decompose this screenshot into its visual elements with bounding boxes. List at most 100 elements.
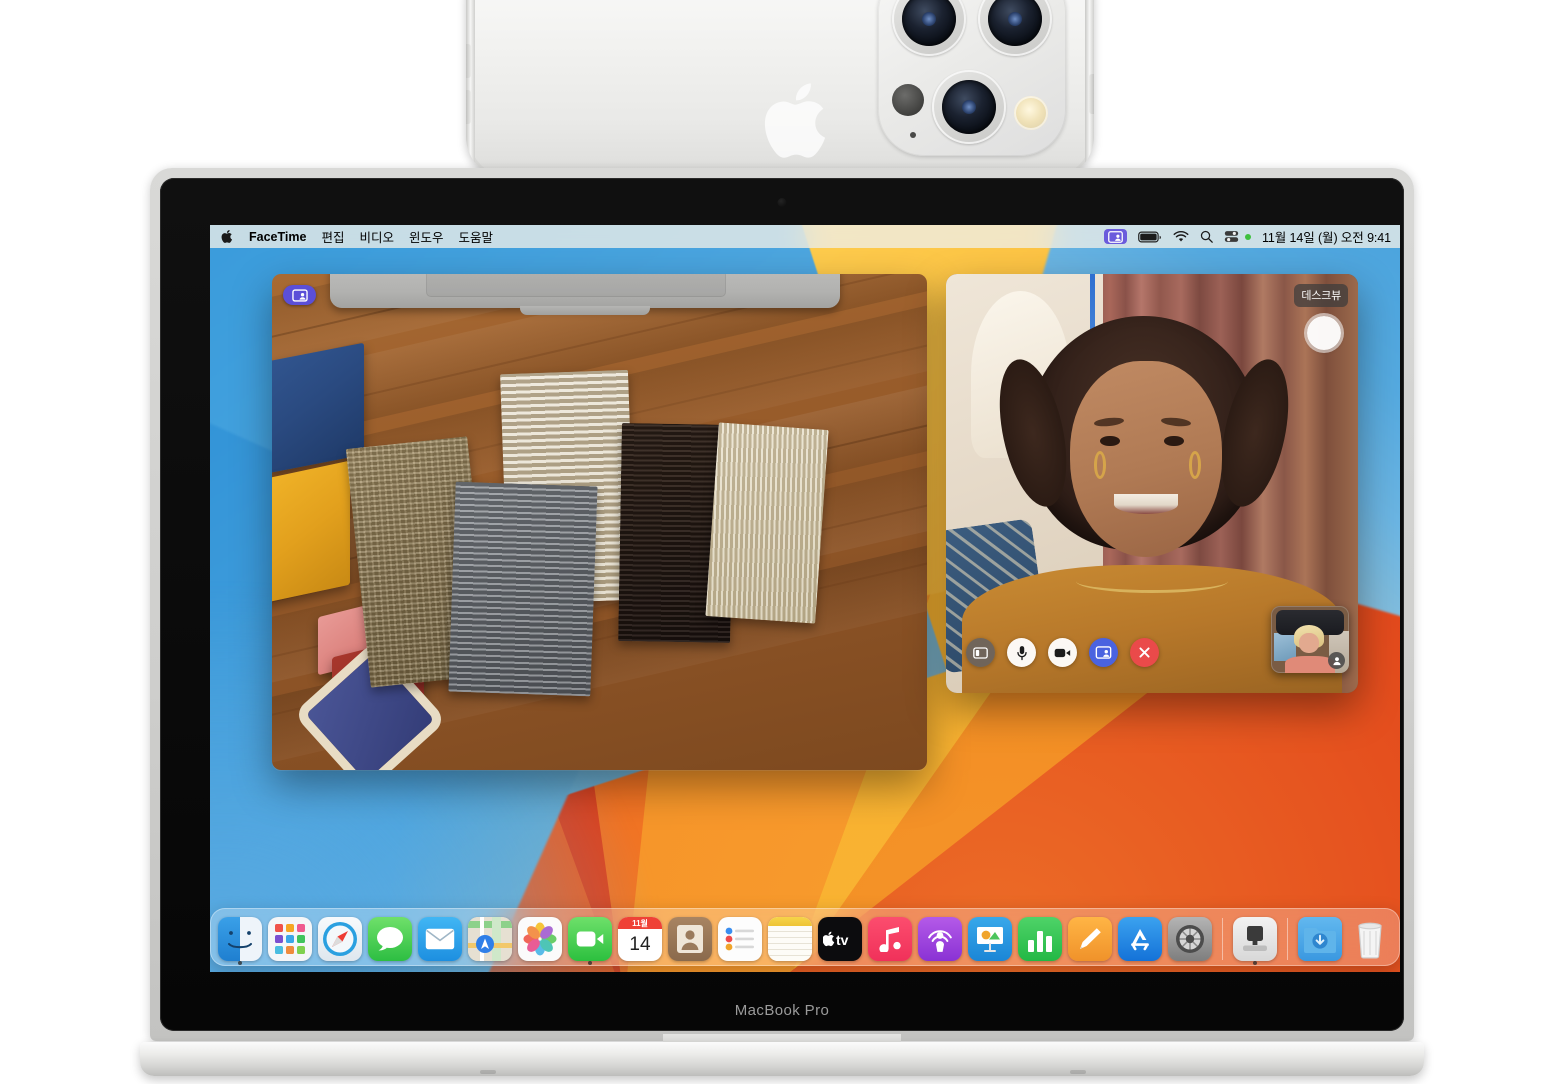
participant-smile xyxy=(1113,494,1178,515)
menu-bar-left: FaceTime 편집 비디오 윈도우 도움말 xyxy=(221,227,493,246)
dock-item-downloads[interactable] xyxy=(1298,917,1342,961)
desk-view-label-badge[interactable]: 데스크뷰 xyxy=(1294,284,1348,307)
dock-item-numbers[interactable] xyxy=(1018,917,1062,961)
laptop-foot-left xyxy=(480,1070,496,1074)
dock-item-mail[interactable] xyxy=(418,917,462,961)
menu-bar-battery[interactable] xyxy=(1138,231,1162,243)
dock-running-indicator xyxy=(238,961,242,965)
notes-header xyxy=(768,917,812,926)
dock-item-contacts[interactable] xyxy=(668,917,712,961)
dock-item-maps[interactable] xyxy=(468,917,512,961)
facetime-control-bar xyxy=(966,638,1159,667)
dock-item-photos[interactable] xyxy=(518,917,562,961)
folder-download-icon xyxy=(1304,928,1336,953)
menu-item-facetime[interactable]: FaceTime xyxy=(249,230,306,244)
share-screen-button[interactable] xyxy=(1089,638,1118,667)
music-icon xyxy=(868,917,912,961)
dock-item-finder[interactable] xyxy=(218,917,262,965)
menu-bar-screen-share-indicator[interactable] xyxy=(1103,229,1127,244)
participant-face xyxy=(1069,361,1223,558)
dock-item-pages[interactable] xyxy=(1068,917,1112,961)
presentation-icon xyxy=(977,927,1003,952)
calendar-icon: 11월 14 xyxy=(618,917,662,961)
iphone-volume-up-button xyxy=(466,44,471,78)
dock-separator xyxy=(1287,918,1288,960)
dock-item-app-store[interactable] xyxy=(1118,917,1162,961)
pages-icon xyxy=(1068,917,1112,961)
desk-view-share-badge[interactable] xyxy=(283,285,316,305)
dock-item-reminders[interactable] xyxy=(718,917,762,961)
facetime-call-window[interactable]: 데스크뷰 xyxy=(946,274,1358,693)
photos-icon xyxy=(518,917,562,961)
dock-item-safari[interactable] xyxy=(318,917,362,961)
apple-logo-icon[interactable] xyxy=(221,229,234,244)
calendar-day: 14 xyxy=(629,934,651,955)
iphone-camera-module xyxy=(878,0,1066,156)
participant-brow-right xyxy=(1160,416,1192,428)
map-icon xyxy=(468,917,512,961)
end-call-button[interactable] xyxy=(1130,638,1159,667)
sidebar-icon xyxy=(973,646,988,659)
dock-item-trash[interactable] xyxy=(1348,917,1392,961)
screenshot-stage: MacBook Pro FaceTime 편집 비디오 윈도우 도움말 11월 … xyxy=(0,0,1560,1084)
macbook-pro-device: MacBook Pro FaceTime 편집 비디오 윈도우 도움말 11월 … xyxy=(140,168,1424,1084)
material-block-yellow xyxy=(272,460,350,604)
gear-icon xyxy=(1168,917,1212,961)
control-center-icon[interactable] xyxy=(1224,230,1239,243)
dock-item-apple-tv[interactable]: tv xyxy=(818,917,862,961)
mail-icon xyxy=(418,917,462,961)
svg-text:tv: tv xyxy=(836,932,849,947)
dock-item-keynote[interactable] xyxy=(968,917,1012,961)
laptop-base-slab xyxy=(140,1042,1424,1076)
share-screen-icon xyxy=(1095,646,1112,659)
participant-brow-left xyxy=(1093,416,1125,428)
dock-item-launchpad[interactable] xyxy=(268,917,312,961)
dock-item-calendar[interactable]: 11월 14 xyxy=(618,917,662,961)
self-view-thumbnail[interactable] xyxy=(1271,606,1349,673)
webcam-icon xyxy=(777,198,787,207)
dock-item-screen-sharing[interactable] xyxy=(1233,917,1277,965)
music-note-icon xyxy=(879,927,901,952)
desk-view-window[interactable] xyxy=(272,274,927,770)
laptop-edge-in-frame xyxy=(330,274,840,308)
sidebar-toggle-button[interactable] xyxy=(966,638,995,667)
microphone-hole-icon xyxy=(910,132,916,138)
wifi-icon[interactable] xyxy=(1173,230,1189,243)
menu-bar-clock[interactable]: 11월 14일 (월) 오전 9:41 xyxy=(1262,227,1391,246)
video-camera-button[interactable] xyxy=(1048,638,1077,667)
laptop-hinge-detail xyxy=(426,274,726,297)
dock-item-music[interactable] xyxy=(868,917,912,961)
dock-item-system-settings[interactable] xyxy=(1168,917,1212,961)
shutter-button[interactable] xyxy=(1307,316,1341,350)
menu-item-window[interactable]: 윈도우 xyxy=(409,227,444,246)
messages-icon xyxy=(368,917,412,961)
microphone-button[interactable] xyxy=(1007,638,1036,667)
screen-share-icon xyxy=(291,288,308,302)
recording-indicator-dot xyxy=(1244,233,1251,240)
address-book-icon xyxy=(677,925,703,953)
dock-item-facetime[interactable] xyxy=(568,917,612,965)
dock-item-notes[interactable] xyxy=(768,917,812,961)
menu-item-edit[interactable]: 편집 xyxy=(321,227,344,246)
self-view-person-badge[interactable] xyxy=(1328,652,1345,669)
menu-item-help[interactable]: 도움말 xyxy=(459,227,494,246)
menu-bar: FaceTime 편집 비디오 윈도우 도움말 11월 14일 (월) 오전 9… xyxy=(210,225,1400,248)
safari-compass xyxy=(323,922,357,956)
search-icon[interactable] xyxy=(1200,230,1213,243)
person-icon xyxy=(1332,656,1341,665)
envelope-icon xyxy=(425,928,455,950)
fabric-swatch-gray-knit xyxy=(448,481,598,697)
menu-item-video[interactable]: 비디오 xyxy=(359,227,394,246)
apple-tv-wordmark: tv xyxy=(823,931,849,947)
downloads-folder-icon xyxy=(1298,917,1342,961)
launchpad-icon xyxy=(268,917,312,961)
podcast-waves-icon xyxy=(928,930,952,952)
laptop-lid: MacBook Pro FaceTime 편집 비디오 윈도우 도움말 11월 … xyxy=(150,168,1414,1041)
pencil-icon xyxy=(1080,928,1101,949)
self-view-face xyxy=(1299,632,1320,653)
speech-bubble-icon xyxy=(377,927,403,951)
dock-item-podcasts[interactable] xyxy=(918,917,962,961)
laptop-screen: FaceTime 편집 비디오 윈도우 도움말 11월 14일 (월) 오전 9… xyxy=(210,225,1400,972)
video-camera-icon xyxy=(1054,648,1071,657)
dock-item-messages[interactable] xyxy=(368,917,412,961)
